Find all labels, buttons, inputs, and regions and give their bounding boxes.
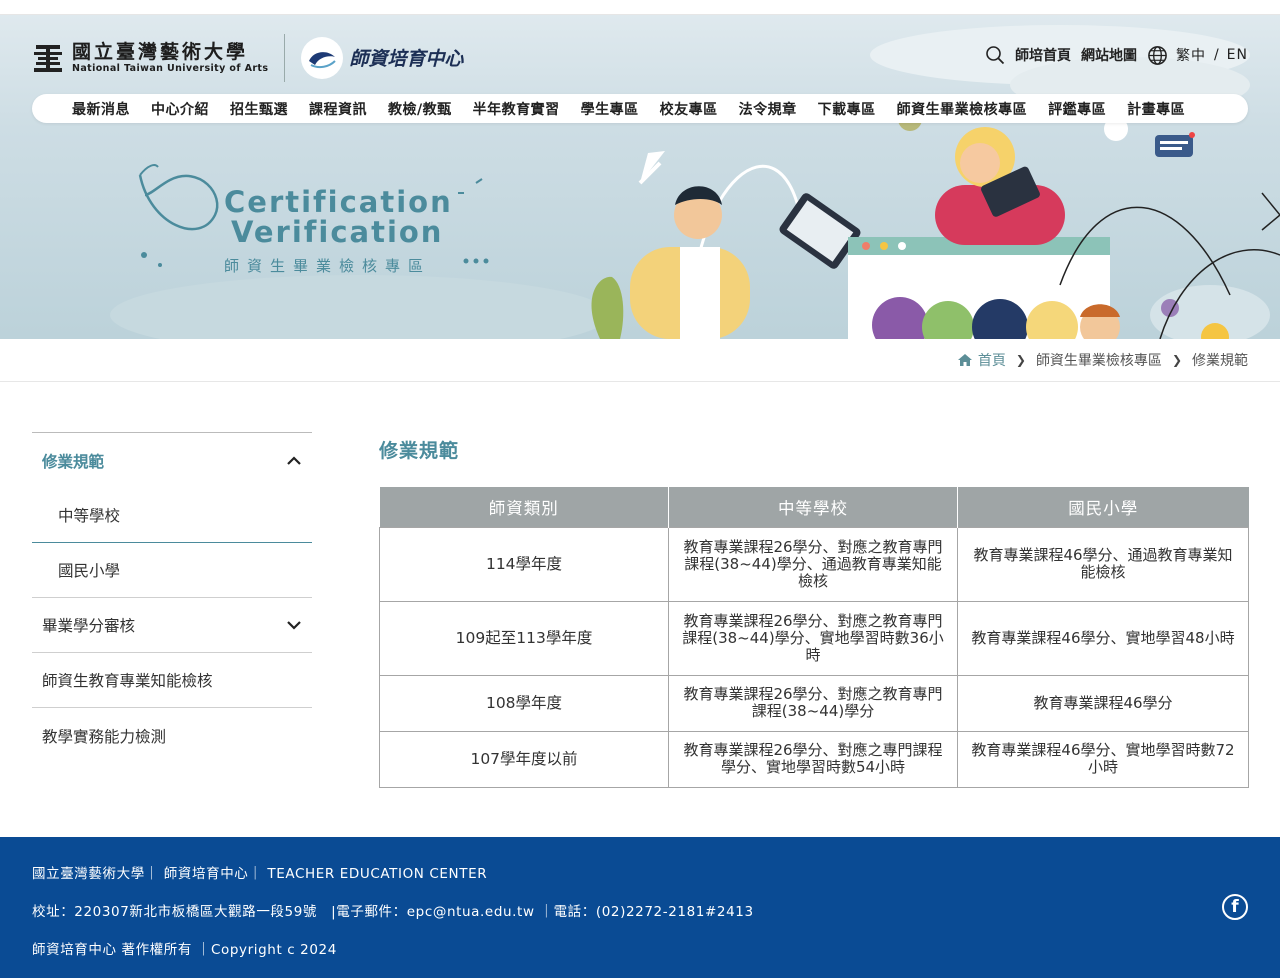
nav-item-downloads[interactable]: 下載專區: [818, 99, 876, 119]
nav-item-regulations[interactable]: 法令規章: [739, 99, 797, 119]
university-name-zh: 國立臺灣藝術大學: [72, 40, 249, 63]
banner-title: Certification Verification 師資生畢業檢核專區: [224, 187, 453, 276]
sidebar-subitem-elementary-school[interactable]: 國民小學: [32, 543, 312, 598]
page-title: 修業規範: [379, 440, 460, 462]
university-name: 國立臺灣藝術大學 National Taiwan University of A…: [72, 41, 268, 75]
table-row: 107學年度以前 教育專業課程26學分、對應之專門課程學分、實地學習時數54小時…: [379, 730, 1249, 788]
footer-org-line: 國立臺灣藝術大學｜ 師資培育中心｜ TEACHER EDUCATION CENT…: [32, 866, 488, 882]
breadcrumb-section[interactable]: 師資生畢業檢核專區: [1036, 350, 1162, 370]
sidebar-item-competency-check[interactable]: 師資生教育專業知能檢核: [32, 653, 312, 708]
table-cell-secondary: 教育專業課程26學分、對應之專門課程學分、實地學習時數54小時: [668, 730, 958, 788]
nav-item-projects[interactable]: 計畫專區: [1127, 99, 1185, 119]
table-cell-secondary: 教育專業課程26學分、對應之教育專門課程(38~44)學分、實地學習時數36小時: [668, 600, 958, 676]
hero-banner: 國立臺灣藝術大學 National Taiwan University of A…: [0, 15, 1280, 339]
main-nav: 最新消息 中心介紹 招生甄選 課程資訊 教檢/教甄 半年教育實習 學生專區 校友…: [32, 94, 1248, 123]
table-header-row: 師資類別 中等學校 國民小學: [379, 487, 1249, 527]
column-header-elementary: 國民小學: [957, 487, 1249, 527]
table-row: 109起至113學年度 教育專業課程26學分、對應之教育專門課程(38~44)學…: [379, 600, 1249, 676]
footer-copyright-line: 師資培育中心 著作權所有 ｜Copyright c 2024: [32, 942, 337, 958]
sidebar-subitem-label: 國民小學: [58, 562, 121, 580]
center-name: 師資培育中心: [349, 48, 464, 70]
nav-item-news[interactable]: 最新消息: [72, 99, 130, 119]
breadcrumb-current: 修業規範: [1192, 353, 1248, 369]
home-icon: [957, 354, 972, 366]
nav-item-courses[interactable]: 課程資訊: [309, 99, 367, 119]
study-rules-table: 師資類別 中等學校 國民小學 114學年度 教育專業課程26學分、對應之教育專門…: [379, 487, 1249, 788]
sidebar: 修業規範 中等學校 國民小學 畢業學分審核 師資生教育專業知能檢核 教學實務能力…: [32, 432, 312, 763]
sidebar-item-label: 畢業學分審核: [42, 617, 136, 635]
search-icon[interactable]: [985, 45, 1005, 65]
table-cell-year: 109起至113學年度: [379, 600, 669, 676]
facebook-icon[interactable]: f: [1222, 894, 1248, 920]
chevron-right-icon: ❯: [1015, 353, 1026, 367]
table-cell-secondary: 教育專業課程26學分、對應之教育專門課程(38~44)學分、通過教育專業知能檢核: [668, 526, 958, 602]
nav-item-admission[interactable]: 招生甄選: [230, 99, 288, 119]
teacher-home-link[interactable]: 師培首頁: [1015, 45, 1071, 65]
utility-bar: 師培首頁 網站地圖 繁中 / EN: [985, 44, 1248, 66]
lang-en-link[interactable]: EN: [1227, 47, 1248, 63]
top-strip: [0, 0, 1280, 15]
table-cell-year: 107學年度以前: [379, 730, 669, 788]
nav-item-graduation-check[interactable]: 師資生畢業檢核專區: [897, 99, 1028, 119]
breadcrumb: 首頁 ❯ 師資生畢業檢核專區 ❯ 修業規範: [957, 349, 1248, 371]
center-logo-icon: [301, 36, 344, 79]
sidebar-item-label: 教學實務能力檢測: [42, 727, 167, 746]
banner-title-en-line1: Certification: [224, 185, 453, 219]
chevron-down-icon[interactable]: [286, 620, 302, 630]
nav-item-evaluation[interactable]: 評鑑專區: [1048, 99, 1106, 119]
globe-icon: [1148, 45, 1167, 65]
logo-divider: [284, 33, 286, 82]
column-header-secondary: 中等學校: [668, 487, 958, 527]
breadcrumb-divider: [0, 381, 1280, 382]
breadcrumb-home[interactable]: 首頁: [957, 350, 1006, 370]
nav-item-about[interactable]: 中心介紹: [151, 99, 209, 119]
sidebar-subitem-secondary-school[interactable]: 中等學校: [32, 488, 312, 543]
sitemap-link[interactable]: 網站地圖: [1081, 45, 1137, 65]
table-row: 108學年度 教育專業課程26學分、對應之教育專門課程(38~44)學分 教育專…: [379, 674, 1249, 732]
footer: 國立臺灣藝術大學｜ 師資培育中心｜ TEACHER EDUCATION CENT…: [0, 837, 1280, 978]
banner-title-en-line2: Verification: [231, 215, 444, 249]
sidebar-item-study-rules[interactable]: 修業規範: [32, 433, 312, 488]
logo-row[interactable]: 國立臺灣藝術大學 National Taiwan University of A…: [32, 33, 464, 82]
nav-item-exams[interactable]: 教檢/教甄: [388, 99, 452, 119]
nav-item-students[interactable]: 學生專區: [581, 99, 639, 119]
sidebar-item-credit-review[interactable]: 畢業學分審核: [32, 598, 312, 653]
sidebar-item-teaching-test[interactable]: 教學實務能力檢測: [32, 708, 312, 763]
sidebar-item-label: 修業規範: [42, 452, 105, 471]
breadcrumb-home-label[interactable]: 首頁: [978, 350, 1006, 370]
table-cell-year: 114學年度: [379, 526, 669, 602]
university-name-en: National Taiwan University of Arts: [72, 62, 269, 74]
table-cell-elementary: 教育專業課程46學分: [957, 674, 1249, 732]
chevron-up-icon[interactable]: [286, 455, 302, 466]
column-header-category: 師資類別: [379, 487, 669, 527]
table-cell-secondary: 教育專業課程26學分、對應之教育專門課程(38~44)學分: [668, 674, 958, 732]
lang-separator: /: [1213, 47, 1219, 63]
sidebar-subitem-label: 中等學校: [58, 507, 121, 525]
table-row: 114學年度 教育專業課程26學分、對應之教育專門課程(38~44)學分、通過教…: [379, 526, 1249, 602]
table-cell-elementary: 教育專業課程46學分、實地學習時數72小時: [957, 730, 1249, 788]
table-cell-elementary: 教育專業課程46學分、通過教育專業知能檢核: [957, 526, 1249, 602]
banner-title-zh: 師資生畢業檢核專區: [224, 257, 432, 275]
table-cell-elementary: 教育專業課程46學分、實地學習48小時: [957, 600, 1249, 676]
university-logo-icon: [34, 44, 62, 72]
footer-contact-line: 校址：220307新北市板橋區大觀路一段59號 |電子郵件：epc@ntua.e…: [32, 904, 754, 920]
nav-item-internship[interactable]: 半年教育實習: [473, 99, 560, 119]
lang-zh-link[interactable]: 繁中: [1176, 45, 1206, 65]
sidebar-item-label: 師資生教育專業知能檢核: [42, 672, 213, 690]
chevron-right-icon: ❯: [1171, 353, 1182, 367]
nav-item-alumni[interactable]: 校友專區: [660, 99, 718, 119]
table-cell-year: 108學年度: [379, 674, 669, 732]
